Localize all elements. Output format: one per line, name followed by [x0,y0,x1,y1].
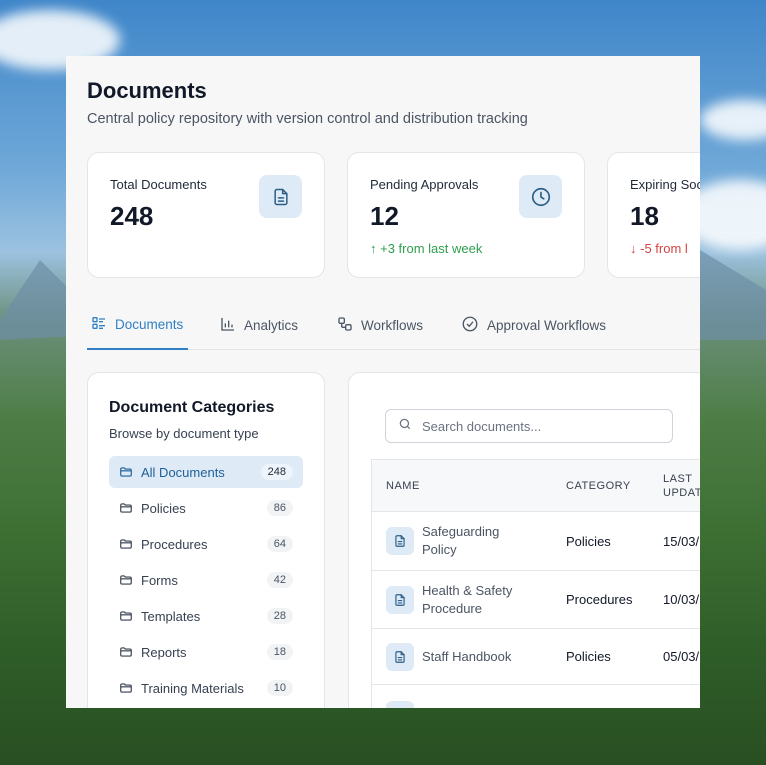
tab-label: Workflows [361,317,424,333]
category-label: Procedures [141,536,208,552]
stat-change: ↑ +3 from last week [370,241,483,256]
file-text-icon [386,585,414,614]
category-count-badge: 86 [266,500,293,516]
bar-chart-icon [220,316,236,335]
stat-card-pending-approvals: Pending Approvals 12 ↑ +3 from last week [347,152,585,278]
categories-title: Document Categories [109,399,275,416]
file-text-icon [386,700,414,708]
tab-label: Approval Workflows [487,317,607,333]
last-updated-cell: 05/03/ [663,649,700,664]
category-item[interactable]: Templates 28 [109,600,303,632]
document-icon [259,175,302,218]
category-count-badge: 42 [266,572,293,588]
category-count-badge: 28 [266,608,293,624]
column-header-category[interactable]: CATEGORY [566,460,631,512]
category-item[interactable]: Forms 42 [109,564,303,596]
folder-icon [119,501,133,515]
category-cell: Procedures [566,685,632,708]
name-cell: Safeguarding Policy [386,512,522,570]
category-cell: Procedures [566,592,633,607]
tab-workflows[interactable]: Workflows [337,300,423,350]
stat-card-expiring-soon: Expiring Soon 18 ↓ -5 from l [607,152,700,278]
documents-table: NAME CATEGORY LAST UPDATED Safeguarding … [371,459,700,708]
name-cell: Health & Safety Procedure [386,571,522,628]
tab-documents[interactable]: Documents [87,300,188,350]
file-text-icon [386,527,414,555]
categories-card: Document Categories Browse by document t… [87,372,325,708]
stat-label: Expiring Soon [630,177,700,192]
search-icon [398,417,412,436]
stat-label: Pending Approvals [370,177,479,192]
page-title: Documents [87,78,207,103]
tab-analytics[interactable]: Analytics [220,300,298,350]
page-subtitle: Central policy repository with version c… [87,111,528,127]
category-item[interactable]: Reports 18 [109,636,303,668]
folder-icon [119,465,133,479]
category-label: Forms [141,572,178,588]
background-cloud [700,100,766,140]
tab-approval-workflows[interactable]: Approval Workflows [461,300,606,350]
file-text-icon [386,642,414,671]
stat-value: 18 [630,201,659,231]
folder-icon [119,681,133,695]
category-label: Policies [141,500,186,516]
last-updated-cell: 15/03/ [663,533,700,549]
tab-label: Documents [115,316,184,332]
document-title[interactable]: Staff Handbook [422,648,522,666]
documents-list-card: NAME CATEGORY LAST UPDATED Safeguarding … [348,372,700,708]
category-item[interactable]: Procedures 64 [109,528,303,560]
documents-panel: Documents Central policy repository with… [66,56,700,708]
column-header-last-updated[interactable]: LAST UPDATED [663,460,700,512]
document-title[interactable]: Fire Evacuation [422,706,522,709]
category-count-badge: 18 [266,644,293,660]
column-header-name[interactable]: NAME [386,460,420,512]
category-label: Templates [141,608,201,624]
name-cell: Fire Evacuation [386,685,522,708]
category-count-badge: 10 [266,680,293,696]
search-box [385,409,673,443]
table-row[interactable]: Health & Safety Procedure Procedures 10/03… [372,571,700,629]
category-item[interactable]: Policies 86 [109,492,303,524]
category-label: All Documents [141,464,225,480]
category-count-badge: 64 [266,536,293,552]
table-header [372,460,700,512]
document-name: Staff Handbook [386,642,522,671]
clock-icon [519,175,562,218]
category-count-badge: 248 [260,464,293,480]
stat-change: ↓ -5 from l [630,241,688,256]
list-icon [91,315,107,334]
category-label: Reports [141,644,187,660]
document-title[interactable]: Safeguarding Policy [422,523,522,559]
stat-label: Total Documents [110,177,207,192]
folder-icon [119,537,133,551]
folder-icon [119,609,133,623]
categories-subtitle: Browse by document type [109,426,259,441]
table-row[interactable]: Safeguarding Policy Policies 15/03/ [372,512,700,571]
workflow-icon [337,316,353,335]
category-item[interactable]: All Documents 248 [109,456,303,488]
category-cell: Policies [566,533,611,549]
document-name: Fire Evacuation [386,700,522,709]
last-updated-cell: 10/03/ [663,592,700,607]
check-circle-icon [461,315,479,336]
folder-icon [119,573,133,587]
stat-value: 248 [110,201,154,231]
document-name: Health & Safety Procedure [386,582,522,618]
arrow-up-icon: ↑ [370,241,377,256]
category-item[interactable]: Training Materials 10 [109,672,303,704]
table-row[interactable]: Staff Handbook Policies 05/03/ [372,629,700,685]
folder-icon [119,645,133,659]
stat-card-total-documents: Total Documents 248 [87,152,325,278]
category-label: Training Materials [141,680,244,696]
tab-bar: Documents Analytics Workflows Approval W… [87,300,700,350]
search-input[interactable] [422,418,660,434]
tab-label: Analytics [244,317,299,333]
document-title[interactable]: Health & Safety Procedure [422,582,522,618]
document-name: Safeguarding Policy [386,523,522,559]
category-cell: Policies [566,649,611,664]
table-row[interactable]: Fire Evacuation Procedures [372,685,700,708]
name-cell: Staff Handbook [386,629,522,684]
arrow-down-icon: ↓ [630,241,637,256]
stat-value: 12 [370,201,399,231]
